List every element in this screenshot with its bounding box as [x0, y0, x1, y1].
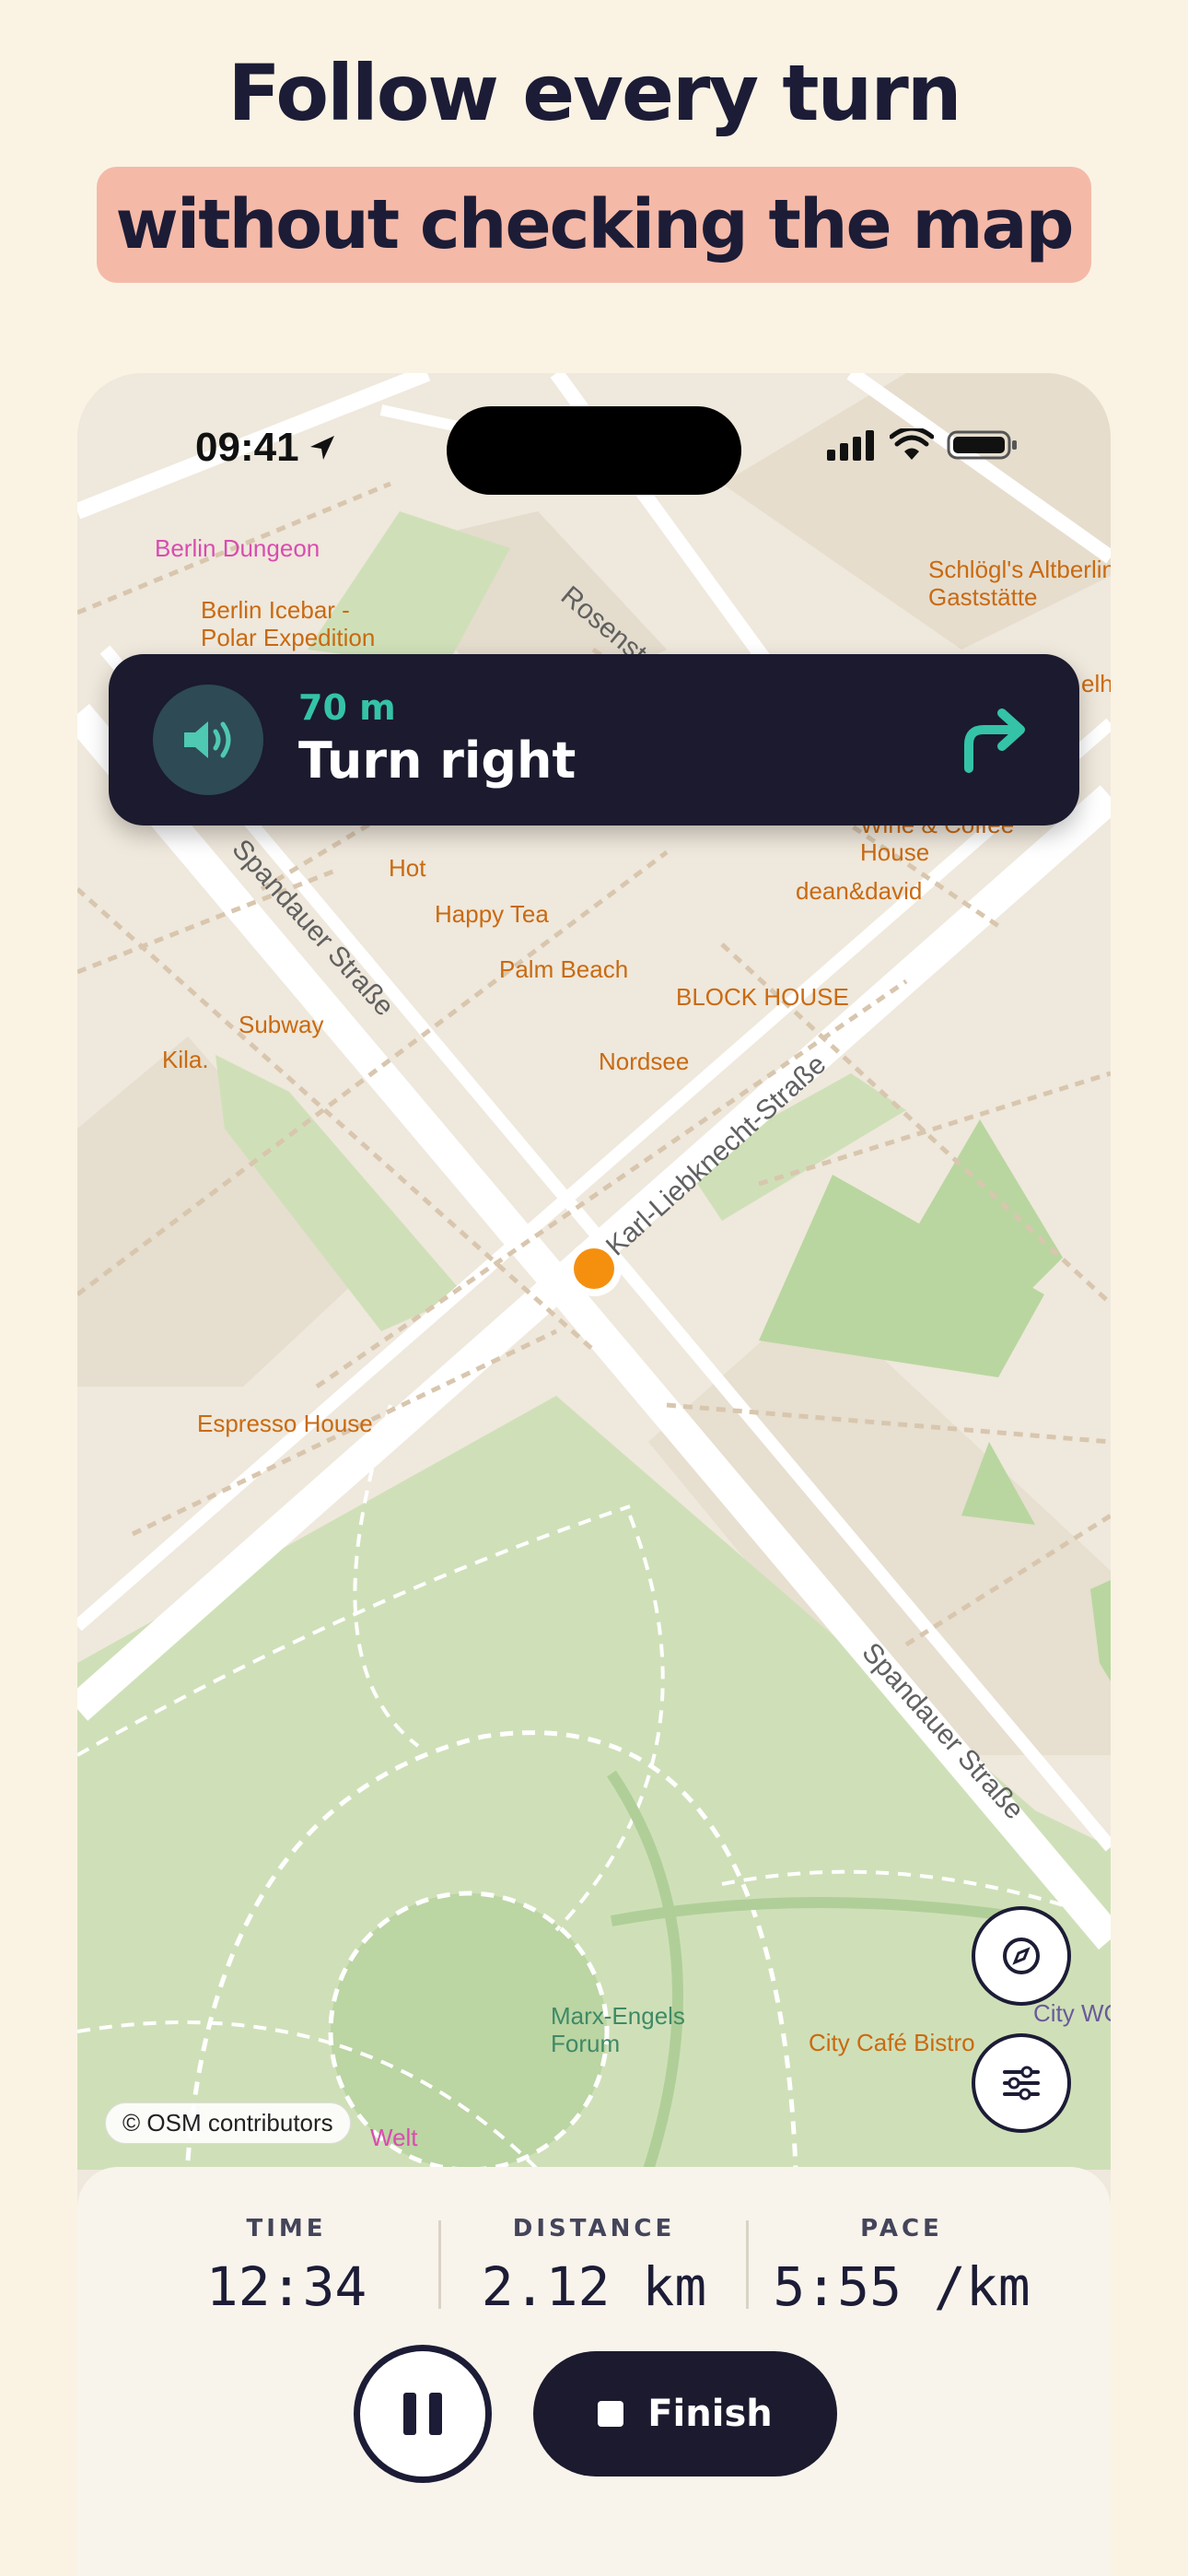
map-label-berlin-icebar: Berlin Icebar - — [201, 596, 350, 624]
map-view[interactable]: Berlin Dungeon Berlin Icebar - Polar Exp… — [77, 373, 1111, 2170]
map-label-schloegls: Schlögl's Altberlin — [928, 556, 1111, 583]
turn-distance: 70 m — [298, 687, 396, 728]
map-label-city-wc: City WC — [1033, 1999, 1111, 2027]
pause-button[interactable] — [354, 2345, 492, 2483]
compass-button[interactable] — [972, 1906, 1071, 2006]
status-time-text: 09:41 — [195, 425, 299, 470]
map-label-kila: Kila. — [162, 1046, 209, 1073]
map-label-nordsee: Nordsee — [599, 1048, 690, 1075]
turn-instruction: Turn right — [298, 732, 577, 790]
map-label-city-cafe: City Café Bistro — [809, 2029, 975, 2056]
navigation-card: 70 m Turn right — [109, 654, 1079, 825]
location-arrow-icon — [309, 436, 334, 460]
map-label-wine-coffee-2: House — [860, 838, 930, 866]
stop-icon — [598, 2401, 624, 2427]
map-attribution[interactable]: © OSM contributors — [105, 2102, 351, 2144]
stat-pace: PACE 5:55 /km — [750, 2215, 1054, 2318]
run-stats-panel: TIME 12:34 DISTANCE 2.12 km PACE 5:55 /k… — [77, 2167, 1111, 2576]
finish-button[interactable]: Finish — [533, 2351, 837, 2476]
pause-icon — [429, 2393, 442, 2435]
pause-icon — [403, 2393, 416, 2435]
map-label-espresso-house: Espresso House — [197, 1410, 373, 1437]
map-label-dean-david: dean&david — [796, 877, 923, 905]
status-bar-icons — [825, 428, 1019, 462]
voice-toggle-button[interactable] — [153, 685, 263, 795]
map-label-berlin-dungeon: Berlin Dungeon — [155, 534, 320, 562]
map-label-palm-beach: Palm Beach — [499, 955, 629, 983]
map-label-block-house: BLOCK HOUSE — [676, 983, 849, 1011]
sliders-icon — [1003, 2066, 1040, 2101]
speaker-icon — [184, 721, 231, 758]
stat-divider — [746, 2220, 749, 2309]
stat-pace-label: PACE — [860, 2215, 943, 2242]
map-label-berlin-icebar-2: Polar Expedition — [201, 624, 376, 651]
map-settings-button[interactable] — [972, 2033, 1071, 2133]
stat-time-label: TIME — [246, 2215, 327, 2242]
map-label-subway: Subway — [239, 1011, 324, 1038]
stat-time-value: 12:34 — [205, 2255, 367, 2318]
map-label-marx-engels-2: Forum — [551, 2030, 621, 2057]
map-label-hot: Hot — [389, 854, 426, 882]
stat-pace-value: 5:55 /km — [773, 2255, 1031, 2318]
phone-frame: Berlin Dungeon Berlin Icebar - Polar Exp… — [77, 373, 1111, 2576]
stat-distance-label: DISTANCE — [512, 2215, 676, 2242]
map-label-happy-tea: Happy Tea — [435, 900, 549, 928]
stat-divider — [438, 2220, 441, 2309]
map-label-welt: Welt — [370, 2124, 418, 2151]
stat-distance-value: 2.12 km — [481, 2255, 707, 2318]
headline-line2: without checking the map — [97, 167, 1091, 283]
map-label-elha: elha — [1081, 670, 1111, 697]
headline-line1: Follow every turn — [227, 48, 961, 138]
map-label-schloegls-2: Gaststätte — [928, 583, 1038, 611]
stat-time: TIME 12:34 — [134, 2215, 438, 2318]
finish-button-label: Finish — [647, 2393, 773, 2435]
turn-right-arrow-icon — [964, 708, 1025, 773]
map-label-marx-engels: Marx-Engels — [551, 2002, 685, 2030]
dynamic-island — [447, 406, 741, 495]
wifi-icon — [890, 428, 934, 460]
status-bar-time: 09:41 — [195, 425, 338, 471]
cellular-signal-icon — [827, 430, 874, 461]
compass-icon — [1003, 1938, 1040, 1974]
stat-distance: DISTANCE 2.12 km — [442, 2215, 746, 2318]
battery-icon — [947, 430, 1017, 460]
